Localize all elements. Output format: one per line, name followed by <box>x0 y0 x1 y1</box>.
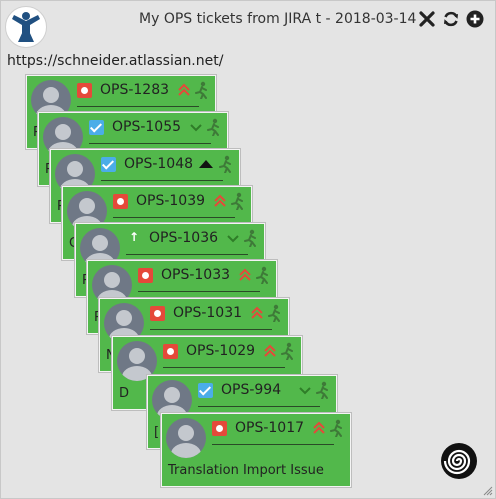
priority-high-icon <box>264 344 276 357</box>
priority-high-icon <box>313 421 325 434</box>
bug-type-icon <box>212 421 227 436</box>
bug-type-icon <box>113 194 128 209</box>
in-progress-icon <box>219 155 231 173</box>
bug-type-icon <box>138 268 153 283</box>
key-underline <box>212 444 334 445</box>
priority-high-icon <box>239 268 251 281</box>
key-underline <box>113 217 235 218</box>
task-type-icon <box>198 383 213 398</box>
task-type-icon <box>89 120 104 135</box>
ticket-key[interactable]: OPS-1283 <box>100 82 169 98</box>
spiral-logo-icon <box>441 443 477 479</box>
priority-high-icon <box>251 306 263 319</box>
bug-type-icon <box>77 83 92 98</box>
app-window: My OPS tickets from JIRA t - 2018-03-14 … <box>0 0 496 499</box>
close-button[interactable] <box>418 10 436 28</box>
priority-high-icon <box>214 194 226 207</box>
ticket-key[interactable]: OPS-1033 <box>161 267 230 283</box>
in-progress-icon <box>316 381 328 399</box>
improvement-type-icon <box>126 230 141 246</box>
ticket-key[interactable]: OPS-1017 <box>235 420 304 436</box>
jira-logo <box>5 6 47 48</box>
ticket-key[interactable]: OPS-994 <box>221 382 281 398</box>
priority-low-icon <box>299 387 311 395</box>
key-underline <box>101 180 223 181</box>
add-button[interactable] <box>466 10 484 28</box>
in-progress-icon <box>195 81 207 99</box>
task-type-icon <box>101 157 116 172</box>
in-progress-icon <box>231 192 243 210</box>
page-title: My OPS tickets from JIRA t - 2018-03-14 <box>139 11 417 27</box>
plus-circle-icon <box>466 10 484 28</box>
key-underline <box>138 291 260 292</box>
ticket-key[interactable]: OPS-1048 <box>124 156 193 172</box>
jira-url[interactable]: https://schneider.atlassian.net/ <box>7 53 223 69</box>
ticket-key[interactable]: OPS-1029 <box>186 343 255 359</box>
priority-low-icon <box>227 235 239 243</box>
resize-grip-icon[interactable] <box>483 486 493 496</box>
ticket-key[interactable]: OPS-1031 <box>173 305 242 321</box>
in-progress-icon <box>268 304 280 322</box>
ticket-summary: Translation Import Issue <box>168 463 324 478</box>
in-progress-icon <box>244 229 256 247</box>
key-underline <box>89 143 211 144</box>
in-progress-icon <box>281 342 293 360</box>
in-progress-icon <box>256 266 268 284</box>
key-underline <box>126 254 248 255</box>
in-progress-icon <box>330 419 342 437</box>
key-underline <box>77 106 199 107</box>
in-progress-icon <box>207 118 219 136</box>
ticket-key[interactable]: OPS-1036 <box>149 230 218 246</box>
jira-figure-icon <box>12 12 40 42</box>
ticket-key[interactable]: OPS-1055 <box>112 119 181 135</box>
assignee-avatar <box>166 418 206 458</box>
refresh-icon <box>444 11 458 27</box>
priority-high-icon <box>178 83 190 96</box>
bug-type-icon <box>163 344 178 359</box>
close-icon <box>419 11 435 27</box>
key-underline <box>198 406 320 407</box>
refresh-button[interactable] <box>442 10 460 28</box>
priority-low-icon <box>190 124 202 132</box>
bug-type-icon <box>150 306 165 321</box>
priority-highest-icon <box>199 160 213 168</box>
ticket-summary: D <box>119 386 130 401</box>
key-underline <box>163 367 285 368</box>
key-underline <box>150 329 272 330</box>
ticket-card[interactable]: OPS-1017 Translation Import Issue <box>161 413 351 487</box>
ticket-key[interactable]: OPS-1039 <box>136 193 205 209</box>
